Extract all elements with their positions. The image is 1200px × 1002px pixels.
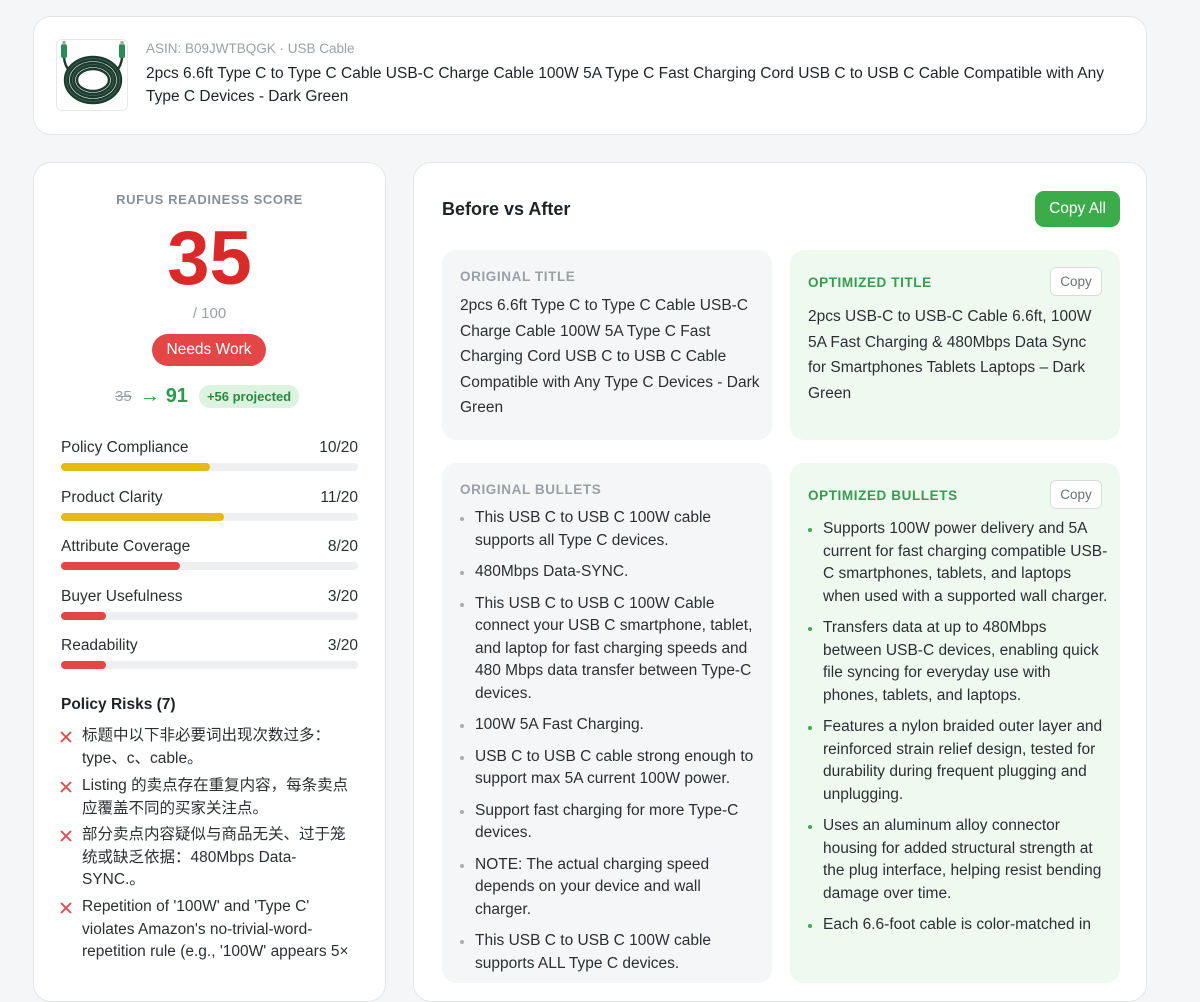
projection-badge: +56 projected xyxy=(198,384,300,408)
metric-fill xyxy=(61,562,180,570)
optimized-title-text: 2pcs USB-C to USB-C Cable 6.6ft, 100W 5A… xyxy=(808,308,1092,402)
original-bullets-list: This USB C to USB C 100W cable supports … xyxy=(460,507,760,984)
metric-fill xyxy=(61,463,210,471)
optimized-title-label: OPTIMIZED TITLE xyxy=(808,275,932,290)
copy-all-button[interactable]: Copy All xyxy=(1035,191,1120,227)
optimized-bullets-panel: OPTIMIZED BULLETS Copy Supports 100W pow… xyxy=(790,463,1120,983)
score-card: RUFUS READINESS SCORE 35 / 100 Needs Wor… xyxy=(33,162,386,1002)
metric-label: Readability xyxy=(61,637,138,654)
list-item: Supports 100W power delivery and 5A curr… xyxy=(808,518,1108,608)
policy-risk-text: Repetition of '100W' and 'Type C' violat… xyxy=(82,898,349,960)
policy-risk-item: 标题中以下非必要词出现次数过多：type、c、cable。 xyxy=(59,725,359,770)
product-header-card: ASIN: B09JWTBQGK · USB Cable 2pcs 6.6ft … xyxy=(33,16,1147,135)
product-thumbnail[interactable] xyxy=(56,39,128,111)
metric-policy-compliance: Policy Compliance 10/20 xyxy=(61,439,358,479)
close-icon xyxy=(60,830,72,842)
metric-attribute-coverage: Attribute Coverage 8/20 xyxy=(61,538,358,578)
metric-fill xyxy=(61,661,106,669)
before-after-card: Before vs After Copy All ORIGINAL TITLE … xyxy=(413,162,1147,1002)
policy-risk-item: 部分卖点内容疑似与商品无关、过于笼统或缺乏依据：480Mbps Data-SYN… xyxy=(59,824,359,892)
optimized-bullets-list: Supports 100W power delivery and 5A curr… xyxy=(808,518,1108,946)
policy-risks-title: Policy Risks (7) xyxy=(61,696,176,713)
original-bullets-label: ORIGINAL BULLETS xyxy=(460,482,602,497)
list-item: This USB C to USB C 100W cable supports … xyxy=(460,930,760,975)
copy-bullets-button[interactable]: Copy xyxy=(1050,480,1102,509)
score-value: 35 xyxy=(167,216,252,301)
usb-c-cable-icon xyxy=(57,40,127,110)
metric-value: 11/20 xyxy=(320,489,358,506)
projection-to: 91 xyxy=(165,384,188,407)
list-item: Uses an aluminum alloy connector housing… xyxy=(808,815,1108,905)
original-bullets-panel: ORIGINAL BULLETS This USB C to USB C 100… xyxy=(442,463,772,983)
metric-value: 3/20 xyxy=(327,637,358,654)
list-item: This USB C to USB C 100W cable supports … xyxy=(460,507,760,552)
metric-track xyxy=(61,562,358,570)
list-item: 100W 5A Fast Charging. xyxy=(460,714,760,737)
policy-risk-text: 部分卖点内容疑似与商品无关、过于笼统或缺乏依据：480Mbps Data-SYN… xyxy=(82,826,346,888)
arrow-right-icon: → xyxy=(139,385,160,407)
list-item: USB C to USB C cable strong enough to su… xyxy=(460,746,760,791)
metric-label: Buyer Usefulness xyxy=(61,588,183,605)
score-max: / 100 xyxy=(192,305,227,322)
original-title-label: ORIGINAL TITLE xyxy=(460,269,576,284)
original-title-panel: ORIGINAL TITLE 2pcs 6.6ft Type C to Type… xyxy=(442,250,772,440)
metric-value: 10/20 xyxy=(319,439,358,456)
metric-label: Attribute Coverage xyxy=(61,538,191,555)
metric-track xyxy=(61,612,358,620)
list-item: Features a nylon braided outer layer and… xyxy=(808,716,1108,806)
list-item: Each 6.6-foot cable is color-matched in xyxy=(808,914,1108,937)
close-icon xyxy=(60,731,72,743)
optimized-bullets-label: OPTIMIZED BULLETS xyxy=(808,488,958,503)
metric-label: Product Clarity xyxy=(61,489,163,506)
list-item: This USB C to USB C 100W Cable connect y… xyxy=(460,593,760,706)
status-badge: Needs Work xyxy=(152,334,266,366)
metric-fill xyxy=(61,513,225,521)
policy-risk-text: 标题中以下非必要词出现次数过多：type、c、cable。 xyxy=(82,727,331,767)
metric-readability: Readability 3/20 xyxy=(61,637,358,677)
metric-track xyxy=(61,463,358,471)
list-item: 480Mbps Data-SYNC. xyxy=(460,561,760,584)
policy-risk-item: Listing 的卖点存在重复内容，每条卖点应覆盖不同的买家关注点。 xyxy=(59,775,359,820)
list-item: NOTE: The actual charging speed depends … xyxy=(460,854,760,922)
metric-value: 8/20 xyxy=(327,538,358,555)
score-projection: 35 → 91 +56 projected xyxy=(115,384,300,408)
metric-label: Policy Compliance xyxy=(61,439,189,456)
score-label: RUFUS READINESS SCORE xyxy=(116,192,303,207)
list-item: Support fast charging for more Type-C de… xyxy=(460,800,760,845)
metric-track xyxy=(61,661,358,669)
metric-value: 3/20 xyxy=(327,588,358,605)
metric-buyer-usefulness: Buyer Usefulness 3/20 xyxy=(61,588,358,628)
product-meta: ASIN: B09JWTBQGK · USB Cable xyxy=(146,41,355,56)
original-title-text: 2pcs 6.6ft Type C to Type C Cable USB-C … xyxy=(460,297,760,416)
close-icon xyxy=(60,781,72,793)
metric-fill xyxy=(61,612,106,620)
optimized-title-panel: OPTIMIZED TITLE Copy 2pcs USB-C to USB-C… xyxy=(790,250,1120,440)
compare-title: Before vs After xyxy=(442,199,571,219)
close-icon xyxy=(60,902,72,914)
metric-product-clarity: Product Clarity 11/20 xyxy=(61,489,358,529)
product-title: 2pcs 6.6ft Type C to Type C Cable USB-C … xyxy=(146,65,1105,105)
policy-risk-item: Repetition of '100W' and 'Type C' violat… xyxy=(59,896,359,964)
projection-from: 35 xyxy=(115,387,132,405)
metric-track xyxy=(61,513,358,521)
copy-title-button[interactable]: Copy xyxy=(1050,267,1102,296)
list-item: Transfers data at up to 480Mbps between … xyxy=(808,617,1108,707)
policy-risk-text: Listing 的卖点存在重复内容，每条卖点应覆盖不同的买家关注点。 xyxy=(82,777,349,817)
